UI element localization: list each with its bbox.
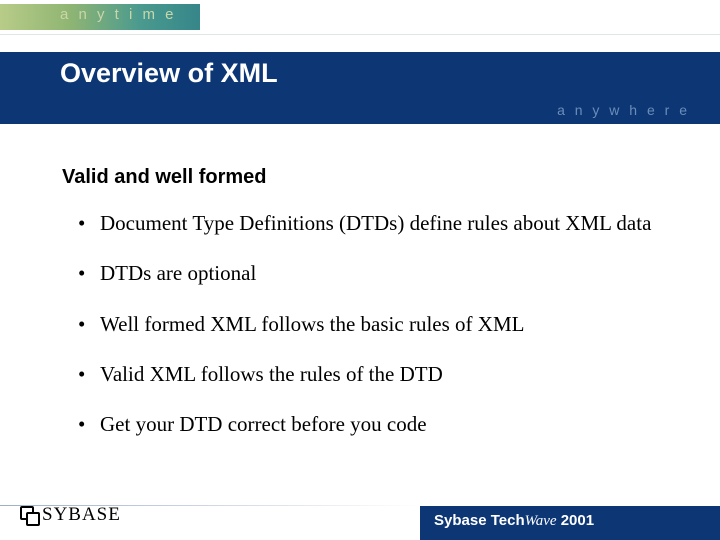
sybase-logo-text: SYBASE xyxy=(42,504,121,526)
bullet-item: Valid XML follows the rules of the DTD xyxy=(78,361,668,387)
banner-tag: a n y w h e r e xyxy=(557,102,690,118)
top-rule xyxy=(0,34,720,35)
event-prefix: Sybase Tech xyxy=(434,512,525,529)
bullet-item: Well formed XML follows the basic rules … xyxy=(78,311,668,337)
sybase-logo: SYBASE xyxy=(20,504,121,526)
bullet-item: Document Type Definitions (DTDs) define … xyxy=(78,210,668,236)
slide-title: Overview of XML xyxy=(60,58,278,89)
sybase-logo-icon xyxy=(20,506,38,524)
top-decoration: a n y t i m e xyxy=(0,0,720,38)
bullet-item: DTDs are optional xyxy=(78,260,668,286)
bullet-item: Get your DTD correct before you code xyxy=(78,411,668,437)
title-banner: Overview of XML a n y w h e r e xyxy=(0,52,720,124)
slide: a n y t i m e Overview of XML a n y w h … xyxy=(0,0,720,540)
footer: SYBASE Sybase TechWave 2001 xyxy=(0,494,720,540)
slide-subtitle: Valid and well formed xyxy=(62,166,267,189)
event-wave: Wave xyxy=(525,513,557,529)
bullet-list: Document Type Definitions (DTDs) define … xyxy=(78,210,668,461)
top-word: a n y t i m e xyxy=(60,6,177,23)
event-text: Sybase TechWave 2001 xyxy=(434,512,594,530)
event-badge: Sybase TechWave 2001 xyxy=(420,506,720,540)
event-year: 2001 xyxy=(557,512,595,529)
